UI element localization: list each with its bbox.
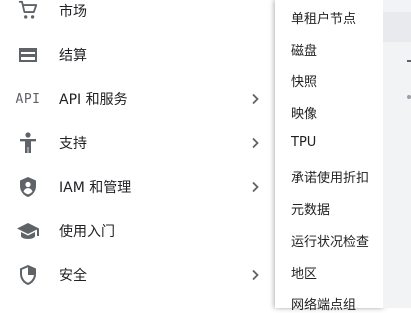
submenu-item-health-checks[interactable]: 运行状况检查	[291, 231, 369, 250]
iam-shield-icon	[14, 175, 42, 199]
nav-item-label: IAM 和管理	[59, 180, 132, 196]
submenu-item-disks[interactable]: 磁盘	[291, 40, 317, 59]
nav-item-label: 安全	[59, 268, 87, 284]
nav-item-label: 使用入门	[59, 224, 115, 240]
api-icon-text: API	[15, 91, 41, 107]
content-fragment	[407, 60, 411, 62]
chevron-right-icon	[248, 136, 262, 150]
api-icon: API	[14, 87, 42, 111]
nav-item-marketplace[interactable]: 市场	[0, 0, 275, 33]
submenu-item-zones[interactable]: 地区	[291, 263, 317, 282]
nav-item-label: 支持	[59, 136, 87, 152]
nav-item-api-services[interactable]: API API 和服务	[0, 77, 275, 121]
nav-item-getting-started[interactable]: 使用入门	[0, 209, 275, 253]
billing-icon	[14, 43, 42, 67]
compute-submenu: 单租户节点 磁盘 快照 映像 TPU 承诺使用折扣 元数据 运行状况检查 地区 …	[275, 0, 383, 313]
submenu-item-images[interactable]: 映像	[291, 103, 317, 122]
support-icon	[14, 131, 42, 155]
nav-item-label: 市场	[59, 4, 87, 20]
chevron-right-icon	[248, 268, 262, 282]
content-fragment	[407, 95, 411, 99]
submenu-item-committed-use-discounts[interactable]: 承诺使用折扣	[291, 167, 369, 186]
submenu-item-sole-tenant-nodes[interactable]: 单租户节点	[291, 8, 356, 27]
nav-item-support[interactable]: 支持	[0, 121, 275, 165]
nav-item-label: 结算	[59, 48, 87, 64]
content-header-strip	[383, 12, 411, 42]
nav-item-label: API 和服务	[59, 92, 128, 108]
security-shield-icon	[14, 263, 42, 287]
cart-icon	[14, 0, 42, 23]
nav-item-billing[interactable]: 结算	[0, 33, 275, 77]
graduation-cap-icon	[14, 219, 42, 243]
chevron-right-icon	[248, 180, 262, 194]
submenu-item-network-endpoint-groups[interactable]: 网络端点组	[291, 294, 356, 313]
submenu-item-tpu[interactable]: TPU	[291, 135, 316, 150]
nav-item-security[interactable]: 安全	[0, 253, 275, 297]
main-content-background	[383, 0, 411, 308]
submenu-item-metadata[interactable]: 元数据	[291, 199, 330, 218]
submenu-item-snapshots[interactable]: 快照	[291, 71, 317, 90]
nav-item-iam-admin[interactable]: IAM 和管理	[0, 165, 275, 209]
side-navigation: 市场 结算 API API 和服务 支持 IAM 和管理 使用入门 安全	[0, 0, 275, 308]
chevron-right-icon	[248, 92, 262, 106]
